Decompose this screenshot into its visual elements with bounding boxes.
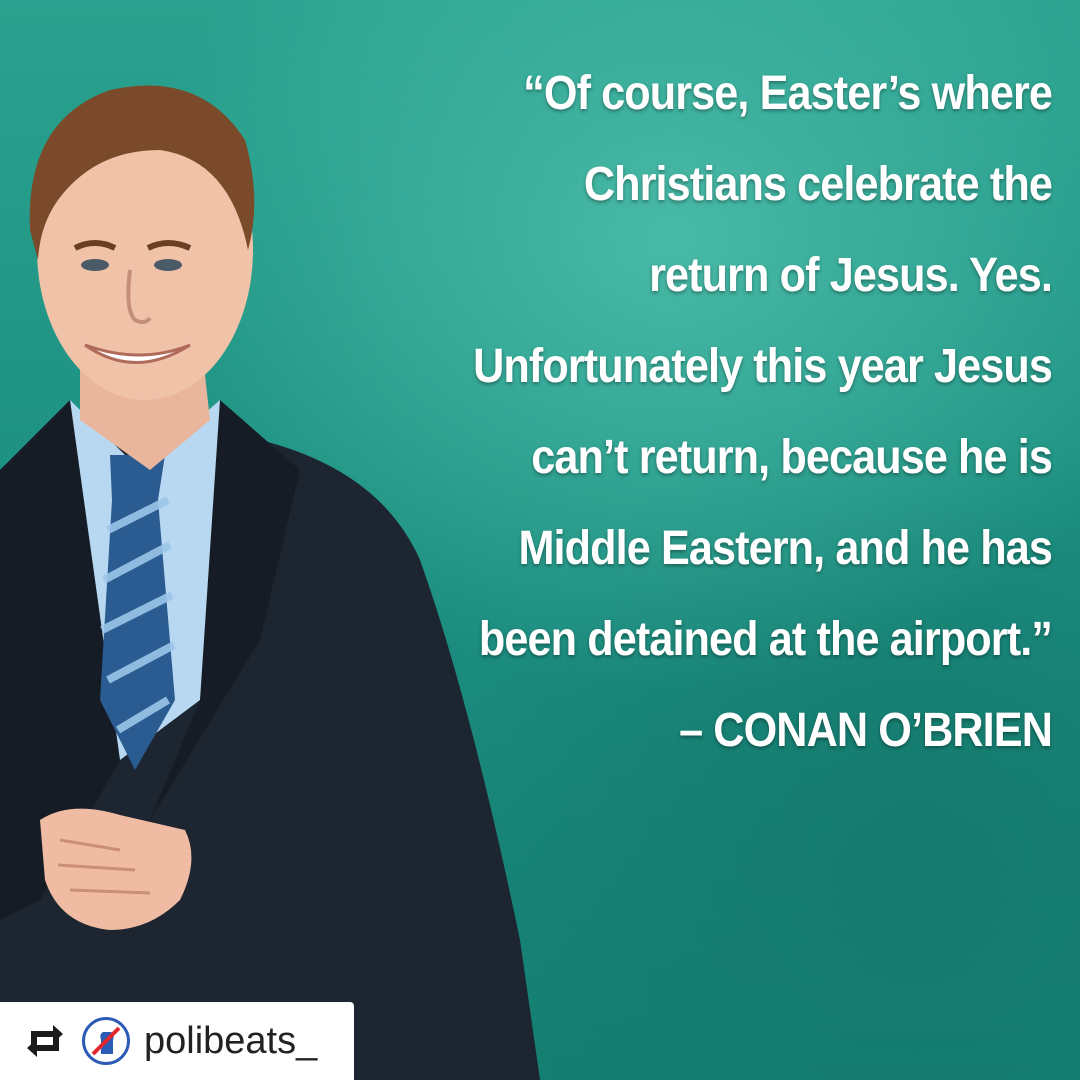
quote-text: “Of course, Easter’s where Christians ce… [350,48,1053,776]
raised-fist-icon [91,1026,121,1056]
username[interactable]: polibeats_ [144,1020,317,1063]
avatar[interactable] [82,1017,130,1065]
quote-line: Middle Eastern, and he has [518,522,1052,575]
quote-line: Christians celebrate the [583,158,1053,211]
quote-attribution: – CONAN O’BRIEN [679,704,1053,757]
quote-line: can’t return, because he is [531,431,1053,484]
quote-line: return of Jesus. Yes. [649,249,1053,302]
repost-badge[interactable]: polibeats_ [0,1002,354,1080]
repost-icon [22,1021,68,1061]
quote-line: “Of course, Easter’s where [523,67,1053,120]
quote-line: been detained at the airport.” [478,613,1053,666]
quote-line: Unfortunately this year Jesus [473,340,1053,393]
